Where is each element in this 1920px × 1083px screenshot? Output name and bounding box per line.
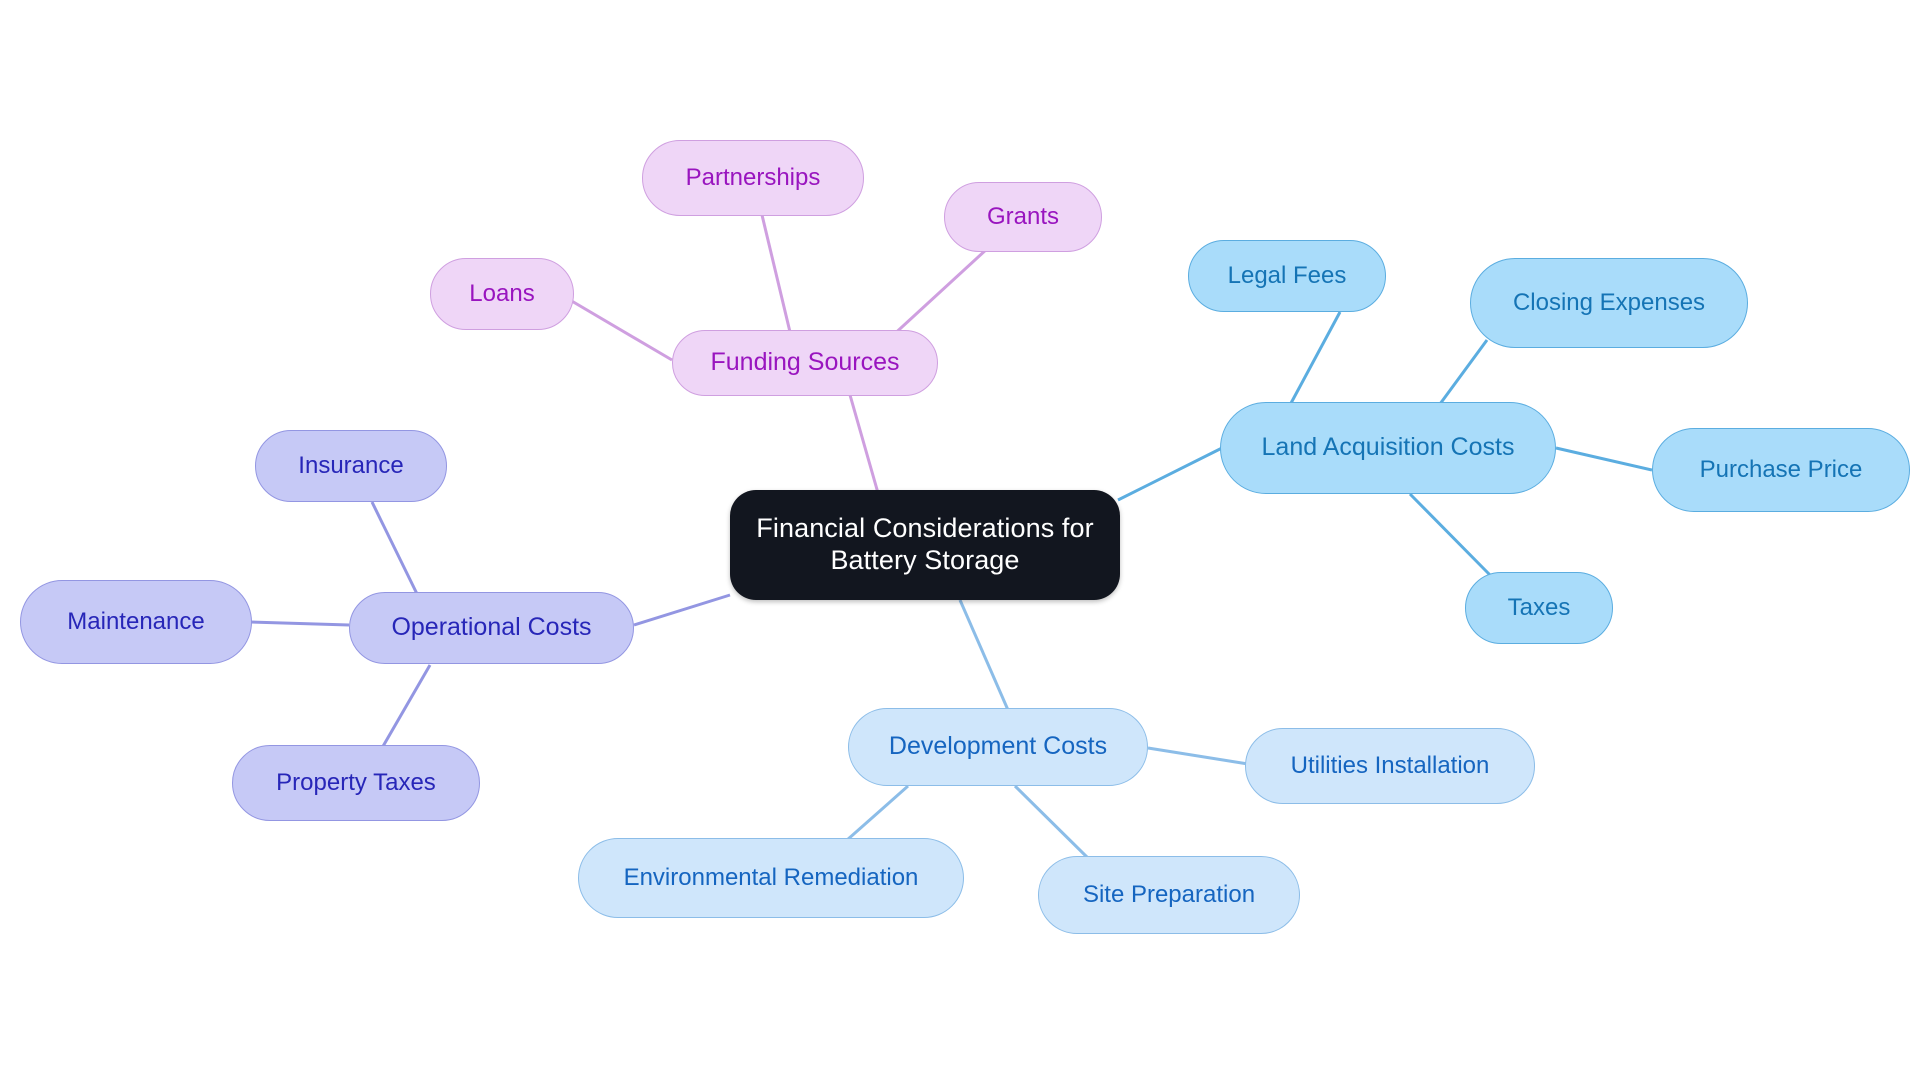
leaf-node-purchase-price[interactable]: Purchase Price [1652,428,1910,512]
leaf-node-insurance[interactable]: Insurance [255,430,447,502]
leaf-node-closing-expenses[interactable]: Closing Expenses [1470,258,1748,348]
leaf-node-environmental-remediation[interactable]: Environmental Remediation [578,838,964,918]
branch-node-label-land-acquisition-costs: Land Acquisition Costs [1261,433,1515,462]
leaf-node-label-maintenance: Maintenance [67,607,205,635]
branch-node-label-operational-costs: Operational Costs [391,613,592,642]
leaf-node-taxes[interactable]: Taxes [1465,572,1613,644]
edge-funding-loans [569,298,673,362]
leaf-node-label-legal-fees: Legal Fees [1227,261,1347,289]
leaf-node-label-closing-expenses: Closing Expenses [1512,288,1706,316]
branch-node-funding-sources[interactable]: Funding Sources [672,330,938,396]
branch-node-label-funding-sources: Funding Sources [710,348,900,377]
edge-root-land-acquisition [1117,446,1223,502]
leaf-node-label-utilities-installation: Utilities Installation [1290,751,1490,779]
edge-land-taxes [1408,492,1492,577]
edge-root-funding-sources [848,394,882,501]
root-node-label: Financial Considerations for Battery Sto… [756,513,1094,575]
leaf-node-label-environmental-remediation: Environmental Remediation [623,863,919,891]
leaf-node-label-purchase-price: Purchase Price [1699,455,1863,483]
leaf-node-grants[interactable]: Grants [944,182,1102,252]
edge-ops-insurance [370,501,422,601]
leaf-node-label-loans: Loans [469,279,535,307]
branch-node-label-development-costs: Development Costs [888,732,1108,761]
leaf-node-legal-fees[interactable]: Legal Fees [1188,240,1386,312]
edge-ops-property-taxes [376,664,432,756]
leaf-node-label-insurance: Insurance [298,451,404,479]
leaf-node-label-property-taxes: Property Taxes [276,768,436,796]
leaf-node-site-preparation[interactable]: Site Preparation [1038,856,1300,934]
leaf-node-maintenance[interactable]: Maintenance [20,580,252,664]
mindmap-canvas: Financial Considerations for Battery Sto… [0,0,1920,1083]
leaf-node-property-taxes[interactable]: Property Taxes [232,745,480,821]
edge-funding-grants [888,246,990,340]
leaf-node-loans[interactable]: Loans [430,258,574,330]
edge-land-closing-expenses [1438,339,1489,405]
leaf-node-label-taxes: Taxes [1507,593,1571,621]
leaf-node-utilities-installation[interactable]: Utilities Installation [1245,728,1535,804]
branch-node-development-costs[interactable]: Development Costs [848,708,1148,786]
edge-land-purchase-price [1555,446,1653,472]
leaf-node-label-site-preparation: Site Preparation [1082,880,1256,908]
branch-node-land-acquisition-costs[interactable]: Land Acquisition Costs [1220,402,1556,494]
leaf-node-partnerships[interactable]: Partnerships [642,140,864,216]
edge-funding-partnerships [760,214,792,333]
root-node-financial-considerations[interactable]: Financial Considerations for Battery Sto… [730,490,1120,600]
edge-root-operational-costs [633,593,731,627]
leaf-node-label-partnerships: Partnerships [685,163,821,191]
edge-dev-utilities [1147,746,1249,766]
edge-root-development-costs [958,599,1010,711]
branch-node-operational-costs[interactable]: Operational Costs [349,592,634,664]
edge-ops-maintenance [249,620,350,627]
leaf-node-label-grants: Grants [986,202,1060,230]
edge-dev-site-preparation [1013,784,1095,865]
edge-land-legal-fees [1288,311,1342,406]
